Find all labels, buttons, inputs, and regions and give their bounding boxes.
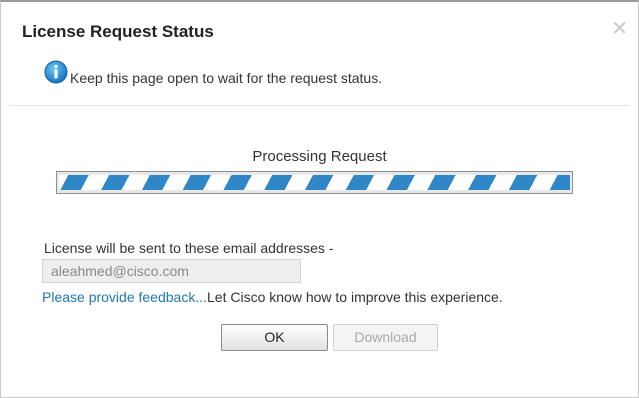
ok-button[interactable]: OK xyxy=(221,324,328,351)
processing-label: Processing Request xyxy=(252,148,387,165)
progress-fill xyxy=(59,175,570,190)
dialog-title: License Request Status xyxy=(22,22,214,41)
divider xyxy=(9,105,630,106)
progress-bar xyxy=(56,171,573,194)
email-label: License will be sent to these email addr… xyxy=(44,240,334,256)
feedback-line: Please provide feedback...Let Cisco know… xyxy=(42,289,503,305)
feedback-text: Let Cisco know how to improve this exper… xyxy=(207,289,503,305)
email-field[interactable] xyxy=(42,259,301,283)
info-message: Keep this page open to wait for the requ… xyxy=(70,70,383,86)
progress-track xyxy=(59,175,570,190)
feedback-link[interactable]: Please provide feedback... xyxy=(42,289,207,305)
download-button[interactable]: Download xyxy=(333,324,438,351)
info-icon xyxy=(44,60,68,84)
close-icon[interactable]: ✕ xyxy=(611,19,628,39)
license-request-dialog: License Request Status ✕ Keep this page … xyxy=(0,0,639,398)
